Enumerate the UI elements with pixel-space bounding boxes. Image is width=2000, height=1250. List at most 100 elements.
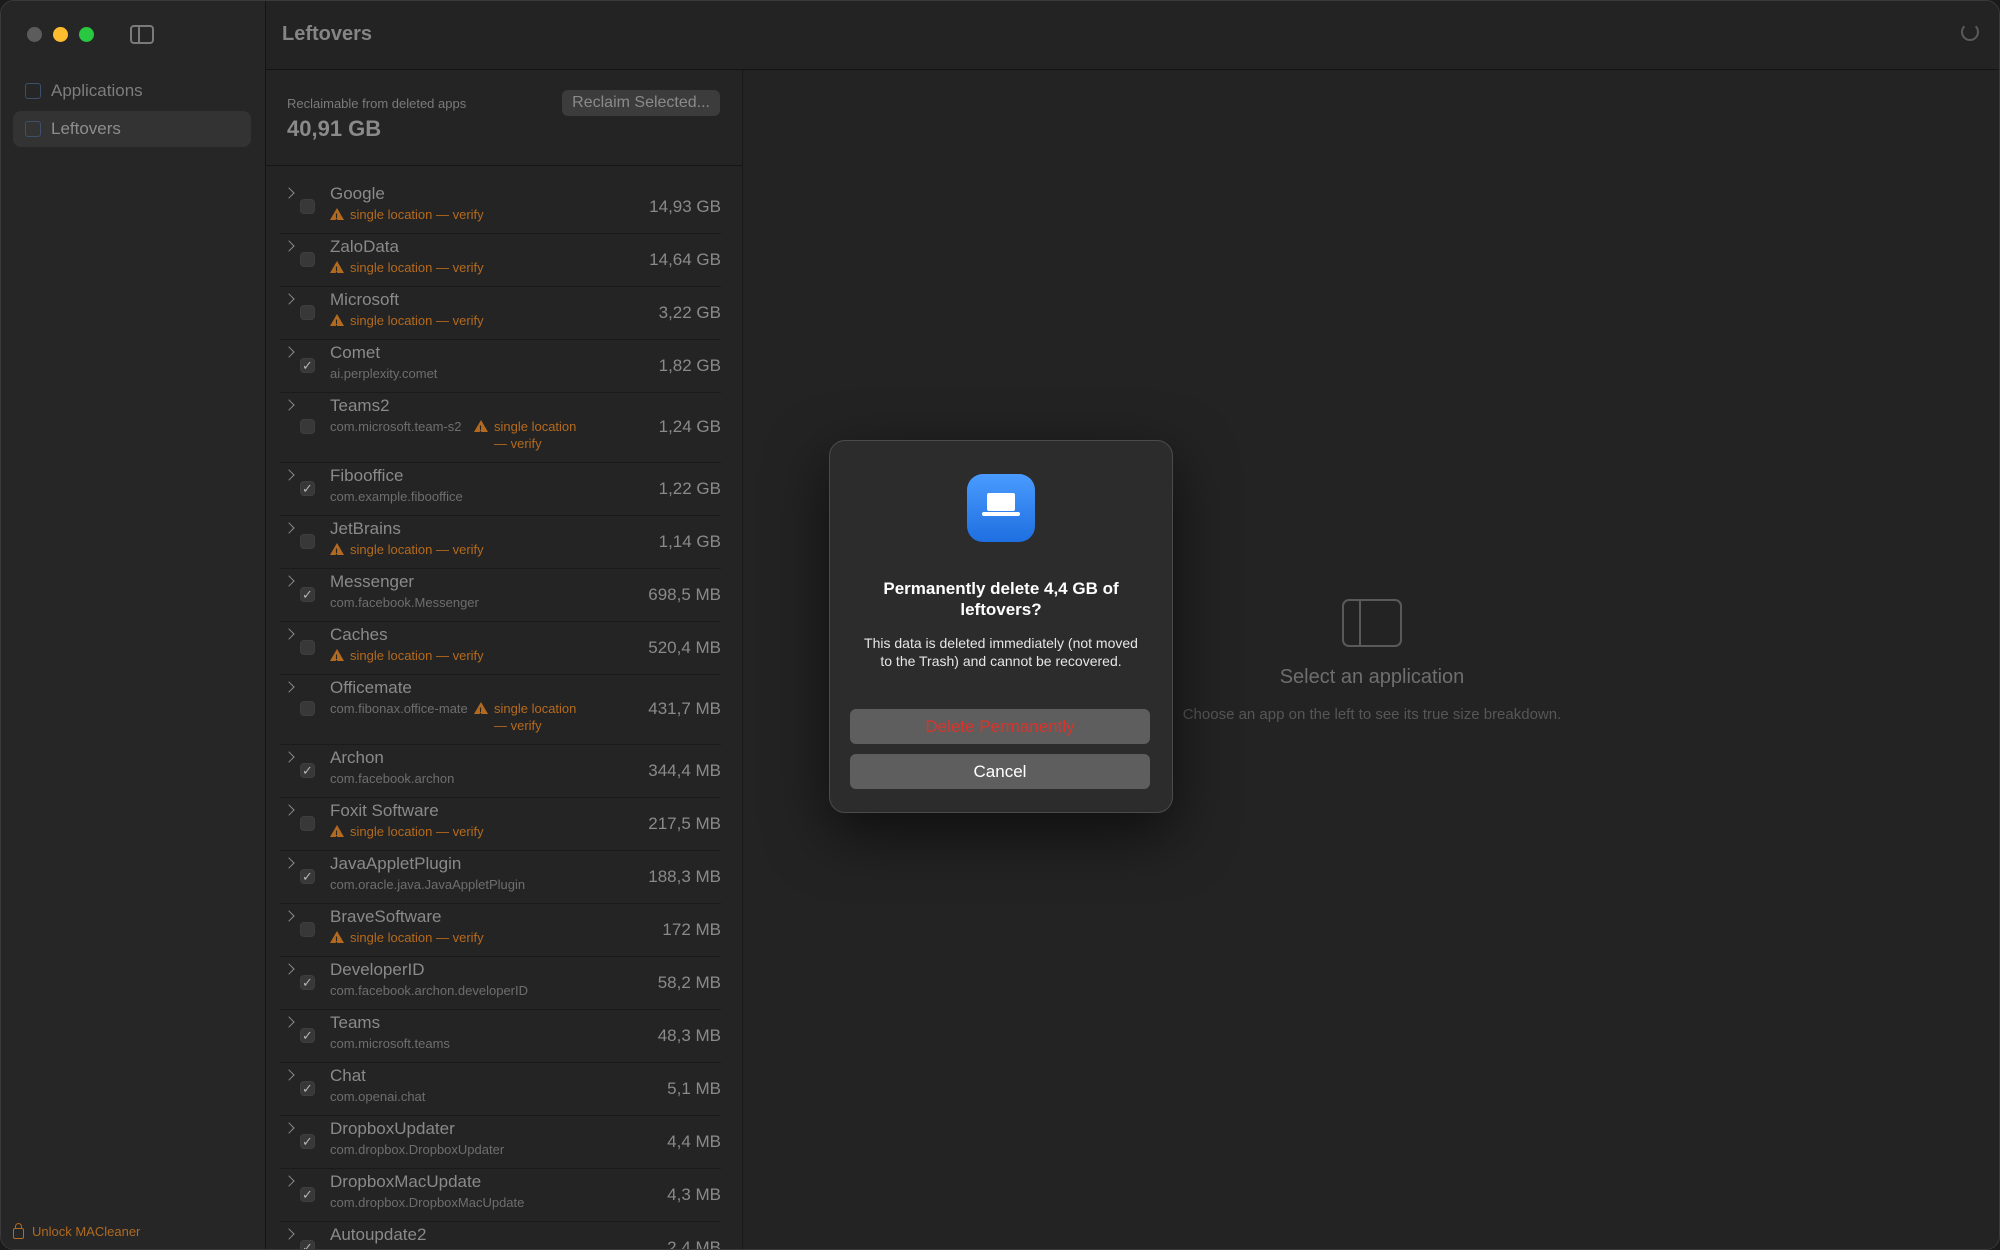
item-size: 520,4 MB xyxy=(648,638,721,657)
select-checkbox[interactable]: ✓ xyxy=(300,1028,315,1043)
list-item[interactable]: ✓ Messenger com.facebook.Messenger 698,5 MB xyxy=(280,569,721,622)
minimize-window-button[interactable] xyxy=(53,27,68,42)
item-name: Comet xyxy=(330,343,381,362)
select-checkbox[interactable] xyxy=(300,816,315,831)
list-item[interactable]: Officemate com.fibonax.office-mate single … xyxy=(280,675,721,745)
list-item[interactable]: Foxit Software single location — verify 21… xyxy=(280,798,721,851)
chevron-right-icon[interactable] xyxy=(283,681,295,693)
list-item[interactable]: ✓ DropboxUpdater com.dropbox.DropboxUpdate… xyxy=(280,1116,721,1169)
chevron-right-icon[interactable] xyxy=(283,1175,295,1187)
item-name: BraveSoftware xyxy=(330,907,442,926)
warning-icon xyxy=(330,649,344,667)
select-checkbox[interactable] xyxy=(300,640,315,655)
list-item[interactable]: ✓ Fibooffice com.example.fibooffice 1,22 GB xyxy=(280,463,721,516)
list-item[interactable]: ZaloData single location — verify 14,64 GB xyxy=(280,234,721,287)
list-item[interactable]: ✓ Chat com.openai.chat 5,1 MB xyxy=(280,1063,721,1116)
chevron-right-icon[interactable] xyxy=(283,399,295,411)
list-item[interactable]: ✓ JavaAppletPlugin com.oracle.java.JavaApp… xyxy=(280,851,721,904)
select-checkbox[interactable] xyxy=(300,922,315,937)
list-item[interactable]: Google single location — verify 14,93 GB xyxy=(280,181,721,234)
chevron-right-icon[interactable] xyxy=(283,346,295,358)
summary-value: 40,91 GB xyxy=(287,116,382,141)
list-item[interactable]: ✓ DropboxMacUpdate com.dropbox.DropboxMacU… xyxy=(280,1169,721,1222)
select-checkbox[interactable] xyxy=(300,252,315,267)
select-checkbox[interactable]: ✓ xyxy=(300,1240,315,1249)
refresh-icon[interactable] xyxy=(1961,23,1979,41)
chevron-right-icon[interactable] xyxy=(283,469,295,481)
warning-badge: single location — verify xyxy=(330,929,484,949)
warning-icon xyxy=(474,420,488,438)
warning-text: single location — verify xyxy=(494,419,577,451)
select-checkbox[interactable]: ✓ xyxy=(300,1187,315,1202)
list-item[interactable]: ✓Autoupdate2com.microsoft.autoupdate22,4… xyxy=(280,1222,721,1250)
list-item[interactable]: Teams2 com.microsoft.team-s2 single locati… xyxy=(280,393,721,463)
select-checkbox[interactable] xyxy=(300,419,315,434)
item-size: 698,5 MB xyxy=(648,585,721,604)
chevron-right-icon[interactable] xyxy=(283,1228,295,1240)
warning-icon xyxy=(330,314,344,332)
chevron-right-icon[interactable] xyxy=(283,963,295,975)
zoom-window-button[interactable] xyxy=(79,27,94,42)
sidebar-panel-icon xyxy=(1342,599,1402,647)
item-name: DropboxUpdater xyxy=(330,1119,455,1138)
chevron-right-icon[interactable] xyxy=(283,187,295,199)
warning-icon xyxy=(474,702,488,720)
list-item[interactable]: Caches single location — verify 520,4 MB xyxy=(280,622,721,675)
cancel-button[interactable]: Cancel xyxy=(850,754,1150,789)
sidebar-item-leftovers[interactable]: Leftovers xyxy=(13,111,251,147)
warning-text: single location — verify xyxy=(350,542,484,557)
chevron-right-icon[interactable] xyxy=(283,575,295,587)
list-item[interactable]: ✓ Archon com.facebook.archon 344,4 MB xyxy=(280,745,721,798)
bundle-id: com.microsoft.teams xyxy=(330,1036,450,1051)
close-window-button[interactable] xyxy=(27,27,42,42)
bundle-id: com.openai.chat xyxy=(330,1089,426,1104)
chevron-right-icon[interactable] xyxy=(283,522,295,534)
select-checkbox[interactable]: ✓ xyxy=(300,1134,315,1149)
chevron-right-icon[interactable] xyxy=(283,804,295,816)
list-item[interactable]: ✓ Comet ai.perplexity.comet 1,82 GB xyxy=(280,340,721,393)
warning-icon xyxy=(330,825,344,843)
list-item[interactable]: ✓ Teams com.microsoft.teams 48,3 MB xyxy=(280,1010,721,1063)
sidebar-item-applications[interactable]: Applications xyxy=(13,73,251,109)
chevron-right-icon[interactable] xyxy=(283,293,295,305)
chevron-right-icon[interactable] xyxy=(283,910,295,922)
chevron-right-icon[interactable] xyxy=(283,240,295,252)
sidebar-toggle-icon[interactable] xyxy=(130,25,154,44)
list-item[interactable]: BraveSoftware single location — verify 172… xyxy=(280,904,721,957)
select-checkbox[interactable]: ✓ xyxy=(300,1081,315,1096)
select-checkbox[interactable]: ✓ xyxy=(300,869,315,884)
chevron-right-icon[interactable] xyxy=(283,628,295,640)
item-name: Archon xyxy=(330,748,384,767)
item-size: 2,4 MB xyxy=(667,1238,721,1250)
item-size: 188,3 MB xyxy=(648,867,721,886)
bundle-id: com.oracle.java.JavaAppletPlugin xyxy=(330,877,526,892)
item-size: 58,2 MB xyxy=(657,973,721,992)
item-name: Messenger xyxy=(330,572,415,591)
select-checkbox[interactable] xyxy=(300,534,315,549)
delete-permanently-button[interactable]: Delete Permanently xyxy=(850,709,1150,744)
sidebar-item-label: Leftovers xyxy=(51,119,121,138)
select-checkbox[interactable]: ✓ xyxy=(300,358,315,373)
chevron-right-icon[interactable] xyxy=(283,1122,295,1134)
chevron-right-icon[interactable] xyxy=(283,857,295,869)
page-title: Leftovers xyxy=(282,23,373,45)
select-checkbox[interactable]: ✓ xyxy=(300,481,315,496)
list-item[interactable]: JetBrains single location — verify 1,14 GB xyxy=(280,516,721,569)
select-checkbox[interactable] xyxy=(300,199,315,214)
warning-badge: single location — verify xyxy=(330,647,484,667)
bundle-id: com.fibonax.office-mate xyxy=(330,701,468,716)
select-checkbox[interactable] xyxy=(300,701,315,716)
chevron-right-icon[interactable] xyxy=(283,1069,295,1081)
list-item[interactable]: Microsoft single location — verify 3,22 GB xyxy=(280,287,721,340)
unlock-link[interactable]: Unlock MACleaner xyxy=(13,1223,140,1239)
summary-label: Reclaimable from deleted apps xyxy=(287,96,467,111)
chevron-right-icon[interactable] xyxy=(283,751,295,763)
warning-icon xyxy=(330,261,344,279)
select-checkbox[interactable] xyxy=(300,305,315,320)
list-item[interactable]: ✓ DeveloperID com.facebook.archon.develope… xyxy=(280,957,721,1010)
select-checkbox[interactable]: ✓ xyxy=(300,587,315,602)
select-checkbox[interactable]: ✓ xyxy=(300,763,315,778)
chevron-right-icon[interactable] xyxy=(283,1016,295,1028)
select-checkbox[interactable]: ✓ xyxy=(300,975,315,990)
reclaim-selected-button[interactable]: Reclaim Selected... xyxy=(562,90,720,116)
